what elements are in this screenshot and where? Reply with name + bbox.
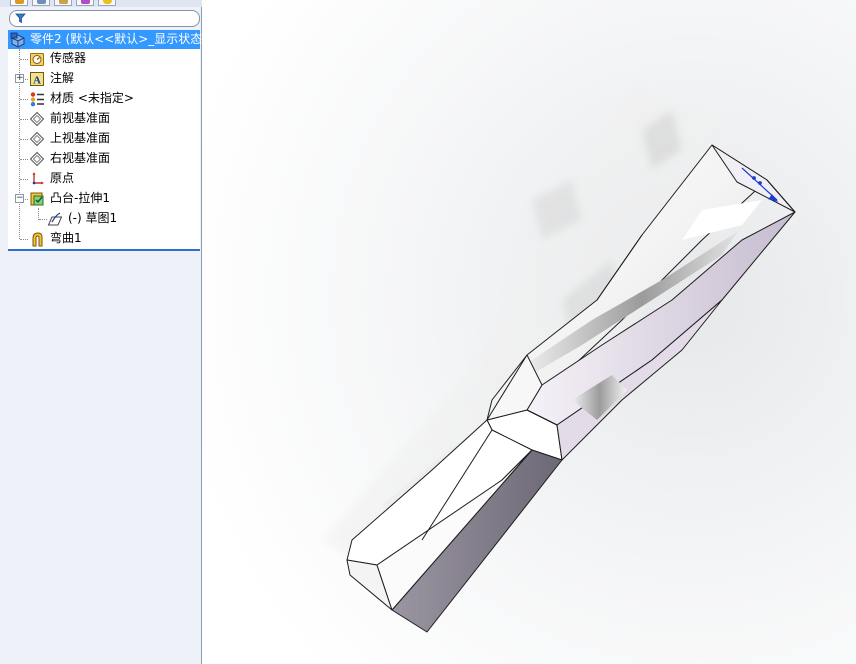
tree-filter[interactable] [9, 10, 200, 27]
property-manager-tab[interactable] [32, 0, 50, 6]
filter-icon [15, 13, 26, 24]
tree-item-origin[interactable]: 原点 [8, 169, 200, 188]
tree-item-sketch1[interactable]: (-) 草图1 [8, 209, 200, 228]
material-icon [30, 92, 44, 107]
tree-item-material[interactable]: 材质 <未指定> [8, 89, 200, 108]
tree-root-part[interactable]: 零件2 (默认<<默认>_显示状态 [8, 30, 203, 49]
tree-item-label: 弯曲1 [50, 231, 82, 245]
plane-icon [29, 151, 45, 167]
property-manager-tab-icon [37, 0, 46, 4]
part-icon [10, 32, 25, 48]
plane-icon [29, 131, 45, 147]
tree-separator [8, 249, 200, 251]
collapse-toggle[interactable]: − [15, 194, 24, 203]
display-manager-tab-icon [103, 0, 112, 4]
sensor-icon [30, 53, 44, 66]
filter-input[interactable] [30, 12, 190, 25]
feature-tree: 零件2 (默认<<默认>_显示状态 传感器 + A 注解 材质 <未指定> 前视… [8, 30, 203, 250]
dimxpert-tab[interactable] [76, 0, 94, 6]
tree-item-label: 材质 <未指定> [50, 91, 134, 105]
tree-item-label: 原点 [50, 171, 75, 185]
tree-root-label: 零件2 (默认<<默认>_显示状态 [30, 32, 203, 46]
tree-item-boss-extrude[interactable]: − 凸台-拉伸1 [8, 189, 200, 208]
panel-tab-strip [0, 0, 202, 7]
tree-item-label: 传感器 [50, 51, 87, 65]
tree-item-label: (-) 草图1 [68, 211, 118, 225]
tree-item-label: 注解 [50, 71, 75, 85]
model-view[interactable] [202, 0, 856, 664]
dimxpert-tab-icon [81, 0, 90, 4]
tree-item-flex1[interactable]: 弯曲1 [8, 229, 200, 248]
feature-manager-tab[interactable] [10, 0, 28, 6]
graphics-viewport[interactable] [202, 0, 856, 664]
tree-item-annotations[interactable]: + A 注解 [8, 69, 200, 88]
expand-toggle[interactable]: + [15, 74, 24, 83]
configuration-manager-tab-icon [59, 0, 68, 4]
tree-item-sensors[interactable]: 传感器 [8, 49, 200, 68]
tree-item-label: 前视基准面 [50, 111, 111, 125]
annotation-icon: A [30, 72, 44, 87]
origin-icon [32, 172, 44, 185]
sketch-icon [47, 212, 63, 226]
display-manager-tab[interactable] [98, 0, 116, 6]
extrude-icon [30, 192, 44, 206]
configuration-manager-tab[interactable] [54, 0, 72, 6]
plane-icon [29, 111, 45, 127]
tree-item-top-plane[interactable]: 上视基准面 [8, 129, 200, 148]
tree-item-label: 上视基准面 [50, 131, 111, 145]
tree-item-right-plane[interactable]: 右视基准面 [8, 149, 200, 168]
tree-item-label: 凸台-拉伸1 [50, 191, 110, 205]
feature-manager-panel: 零件2 (默认<<默认>_显示状态 传感器 + A 注解 材质 <未指定> 前视… [0, 0, 202, 664]
tree-item-front-plane[interactable]: 前视基准面 [8, 109, 200, 128]
svg-text:A: A [33, 75, 41, 87]
flex-icon [32, 232, 43, 247]
tree-item-label: 右视基准面 [50, 151, 111, 165]
feature-manager-tab-icon [15, 0, 24, 4]
